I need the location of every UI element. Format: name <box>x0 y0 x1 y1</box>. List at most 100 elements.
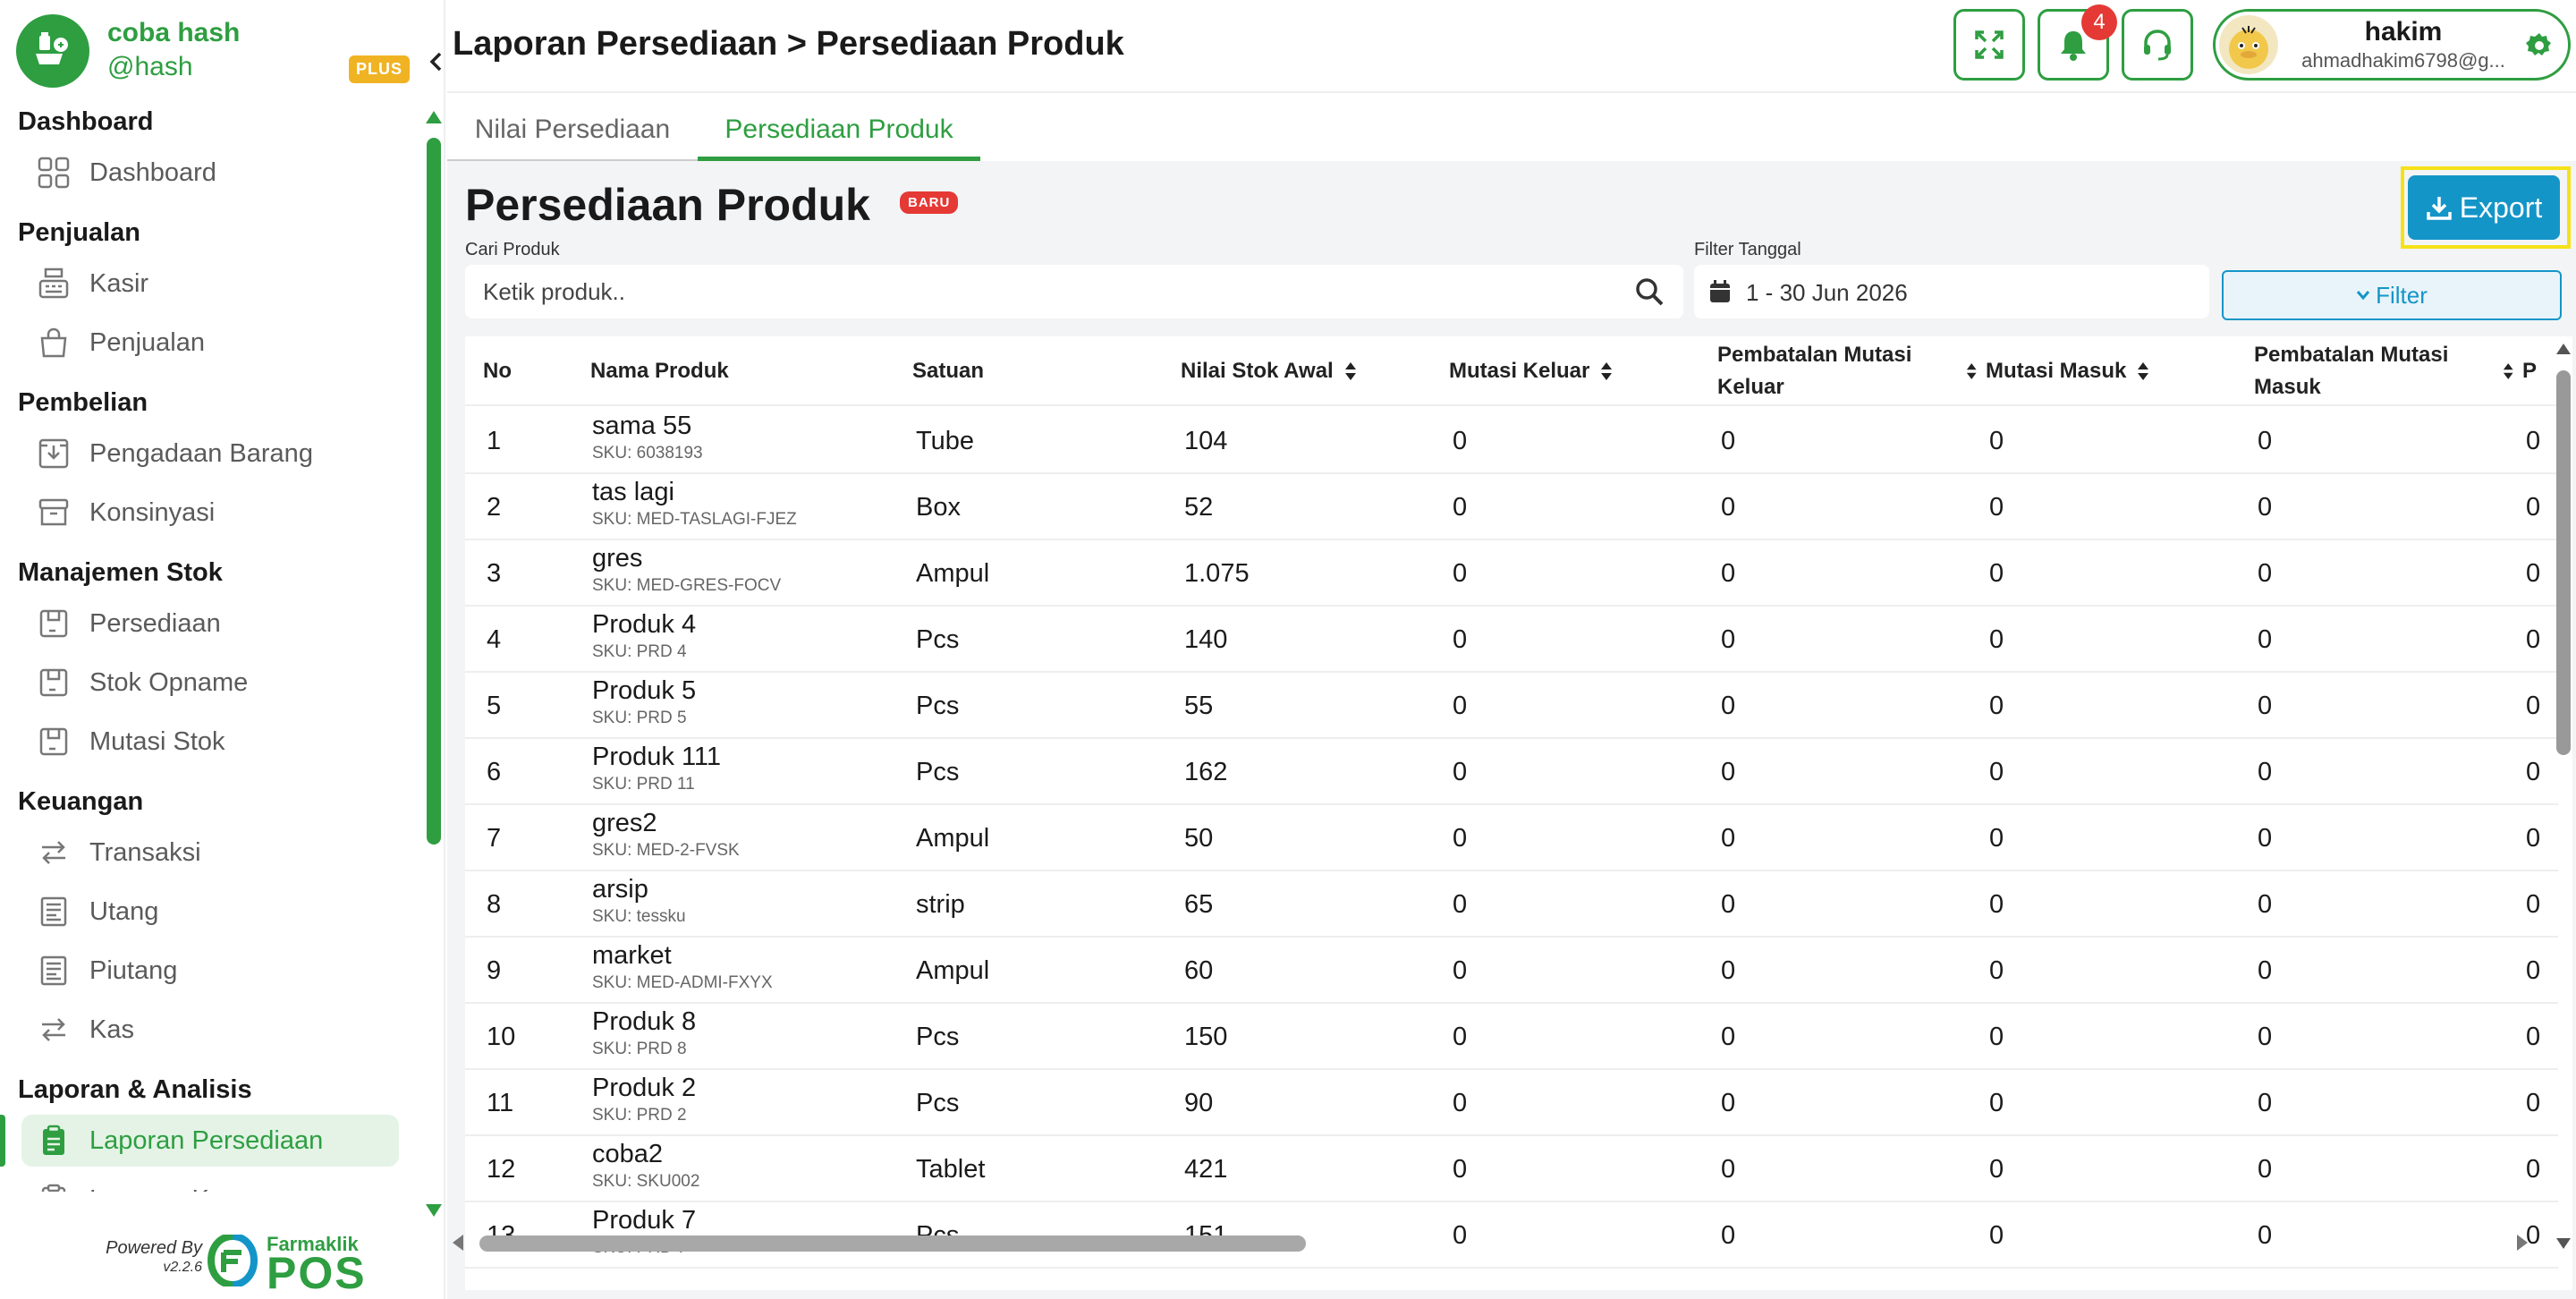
column-header[interactable]: Pembatalan Mutasi Masuk <box>2254 336 2513 406</box>
horizontal-scroll-thumb[interactable] <box>479 1235 1306 1252</box>
table-row[interactable]: 10 Produk 8 SKU: PRD 8 Pcs 150 0 0 0 0 0 <box>465 1004 2558 1070</box>
tab-nilai-persediaan[interactable]: Nilai Persediaan <box>447 109 698 161</box>
scroll-up-arrow-icon[interactable] <box>2556 344 2571 354</box>
sort-icon[interactable] <box>1344 361 1357 382</box>
initial-stock-value: 140 <box>1184 624 1228 654</box>
column-header-label: Nilai Stok Awal <box>1181 359 1334 383</box>
sidebar-item-pengadaan-barang[interactable]: Pengadaan Barang <box>21 428 399 480</box>
row-number: 3 <box>487 558 502 588</box>
column-header-label: Pembatalan Mutasi Masuk <box>2254 343 2449 399</box>
plan-badge: PLUS <box>349 55 411 83</box>
mutation-in-cancel-value: 0 <box>2258 1022 2273 1051</box>
user-profile-button[interactable]: hakim ahmadhakim6798@g... <box>2213 9 2571 81</box>
vertical-scroll-thumb[interactable] <box>2556 370 2571 755</box>
sidebar-item-kas[interactable]: Kas <box>21 1004 399 1056</box>
table-row[interactable]: 5 Produk 5 SKU: PRD 5 Pcs 55 0 0 0 0 0 <box>465 673 2558 739</box>
product-name-cell: market SKU: MED-ADMI-FXYX <box>592 939 773 993</box>
table-row[interactable]: 3 gres SKU: MED-GRES-FOCV Ampul 1.075 0 0 0 0 0 <box>465 540 2558 607</box>
notification-count-badge: 4 <box>2081 4 2117 40</box>
archive-icon <box>36 495 72 531</box>
scroll-up-arrow-icon[interactable] <box>426 111 442 123</box>
mutation-in-cancel-value: 0 <box>2258 1088 2273 1117</box>
sidebar-item-transaksi[interactable]: Transaksi <box>21 827 399 879</box>
product-sku: SKU: PRD 11 <box>592 775 695 794</box>
shopping-bag-icon <box>36 325 72 361</box>
sort-icon[interactable] <box>2137 361 2149 382</box>
sidebar-item-label: Pengadaan Barang <box>89 438 313 468</box>
scroll-left-arrow-icon[interactable] <box>453 1235 463 1251</box>
product-sku: SKU: MED-2-FVSK <box>592 841 740 860</box>
gear-icon[interactable] <box>2523 30 2555 62</box>
column-header-label: P <box>2522 359 2538 383</box>
scroll-right-arrow-icon[interactable] <box>2517 1235 2528 1251</box>
sidebar-nav: Dashboard Dashboard Penjualan Kasir Penjuala… <box>0 100 420 1192</box>
scroll-down-arrow-icon[interactable] <box>426 1204 442 1217</box>
table-row[interactable]: 2 tas lagi SKU: MED-TASLAGI-FJEZ Box 52 0 0 0 0 0 <box>465 474 2558 540</box>
product-name: Produk 5 <box>592 676 697 705</box>
mutation-out-cancel-value: 0 <box>1721 955 1736 985</box>
sidebar-item-dashboard[interactable]: Dashboard <box>21 147 399 199</box>
sidebar-item-piutang[interactable]: Piutang <box>21 945 399 997</box>
product-sku: SKU: MED-GRES-FOCV <box>592 576 782 595</box>
sidebar-item-kasir[interactable]: Kasir <box>21 258 399 310</box>
table-row[interactable]: 1 sama 55 SKU: 6038193 Tube 104 0 0 0 0 0 <box>465 408 2558 474</box>
product-sku: SKU: PRD 8 <box>592 1040 687 1058</box>
row-number: 12 <box>487 1154 516 1184</box>
table-row[interactable]: 4 Produk 4 SKU: PRD 4 Pcs 140 0 0 0 0 0 <box>465 607 2558 673</box>
mutation-in-value: 0 <box>1989 426 2004 455</box>
initial-stock-value: 52 <box>1184 492 1214 522</box>
export-label: Export <box>2459 191 2543 224</box>
scrollbar-thumb[interactable] <box>427 138 441 845</box>
sidebar-item-laporan-keuangan[interactable]: Laporan Keuangan <box>21 1174 399 1192</box>
sidebar-scrollbar[interactable] <box>424 111 444 1217</box>
sort-icon[interactable] <box>1600 361 1613 382</box>
sidebar-item-persediaan[interactable]: Persediaan <box>21 598 399 650</box>
sidebar-item-label: Dashboard <box>89 157 216 187</box>
exchange-icon <box>36 835 72 870</box>
sidebar-item-stok-opname[interactable]: Stok Opname <box>21 657 399 709</box>
table-vertical-scrollbar[interactable] <box>2555 344 2572 1249</box>
sidebar-item-label: Piutang <box>89 955 178 985</box>
fullscreen-button[interactable] <box>1953 9 2025 81</box>
table-row[interactable]: 8 arsip SKU: tessku strip 65 0 0 0 0 0 <box>465 871 2558 938</box>
sidebar-item-laporan-persediaan[interactable]: Laporan Persediaan <box>0 1115 399 1167</box>
tab-persediaan-produk[interactable]: Persediaan Produk <box>698 109 980 161</box>
export-button[interactable]: Export <box>2408 175 2560 240</box>
product-name: Produk 7 <box>592 1206 697 1235</box>
user-email: ahmadhakim6798@g... <box>2301 49 2505 72</box>
sort-icon[interactable] <box>1966 361 1977 382</box>
mutation-in-value: 0 <box>1989 1088 2004 1117</box>
search-input[interactable] <box>465 265 1610 318</box>
table-row[interactable]: 9 market SKU: MED-ADMI-FXYX Ampul 60 0 0 0 0 0 <box>465 938 2558 1004</box>
app-version: v2.2.6 <box>163 1260 202 1275</box>
sidebar-item-penjualan[interactable]: Penjualan <box>21 317 399 369</box>
table-row[interactable]: 11 Produk 2 SKU: PRD 2 Pcs 90 0 0 0 0 0 <box>465 1070 2558 1136</box>
table-row[interactable]: 12 coba2 SKU: SKU002 Tablet 421 0 0 0 0 0 <box>465 1136 2558 1202</box>
mutation-in-cancel-value: 0 <box>2258 624 2273 654</box>
filter-button[interactable]: Filter <box>2222 270 2562 320</box>
column-header[interactable]: Mutasi Keluar <box>1449 336 1708 406</box>
sidebar-item-mutasi-stok[interactable]: Mutasi Stok <box>21 716 399 768</box>
collapse-sidebar-chevron-icon[interactable] <box>423 48 450 75</box>
mutation-in-value: 0 <box>1989 624 2004 654</box>
column-header[interactable]: Mutasi Masuk <box>1986 336 2245 406</box>
date-filter-label: Filter Tanggal <box>1694 240 1801 259</box>
scroll-down-arrow-icon[interactable] <box>2556 1238 2571 1249</box>
sidebar-item-utang[interactable]: Utang <box>21 886 399 938</box>
sidebar-item-konsinyasi[interactable]: Konsinyasi <box>21 487 399 539</box>
powered-by: Powered By v2.2.6 <box>86 1238 202 1278</box>
table-row[interactable]: 7 gres2 SKU: MED-2-FVSK Ampul 50 0 0 0 0 0 <box>465 805 2558 871</box>
sort-icon[interactable] <box>2503 361 2513 382</box>
sidebar-section-title: Penjualan <box>18 218 140 247</box>
date-range-picker[interactable]: 1 - 30 Jun 2026 <box>1694 265 2209 318</box>
notifications-button[interactable]: 4 <box>2038 4 2117 81</box>
product-name: sama 55 <box>592 412 692 440</box>
search-icon[interactable] <box>1633 276 1665 308</box>
store-logo-icon <box>16 14 89 88</box>
product-sku: SKU: PRD 2 <box>592 1106 687 1125</box>
table-horizontal-scrollbar[interactable] <box>453 1233 2555 1254</box>
column-header[interactable]: Pembatalan Mutasi Keluar <box>1717 336 1977 406</box>
support-button[interactable] <box>2122 9 2193 81</box>
table-row[interactable]: 6 Produk 111 SKU: PRD 11 Pcs 162 0 0 0 0 0 <box>465 739 2558 805</box>
column-header[interactable]: Nilai Stok Awal <box>1181 336 1440 406</box>
